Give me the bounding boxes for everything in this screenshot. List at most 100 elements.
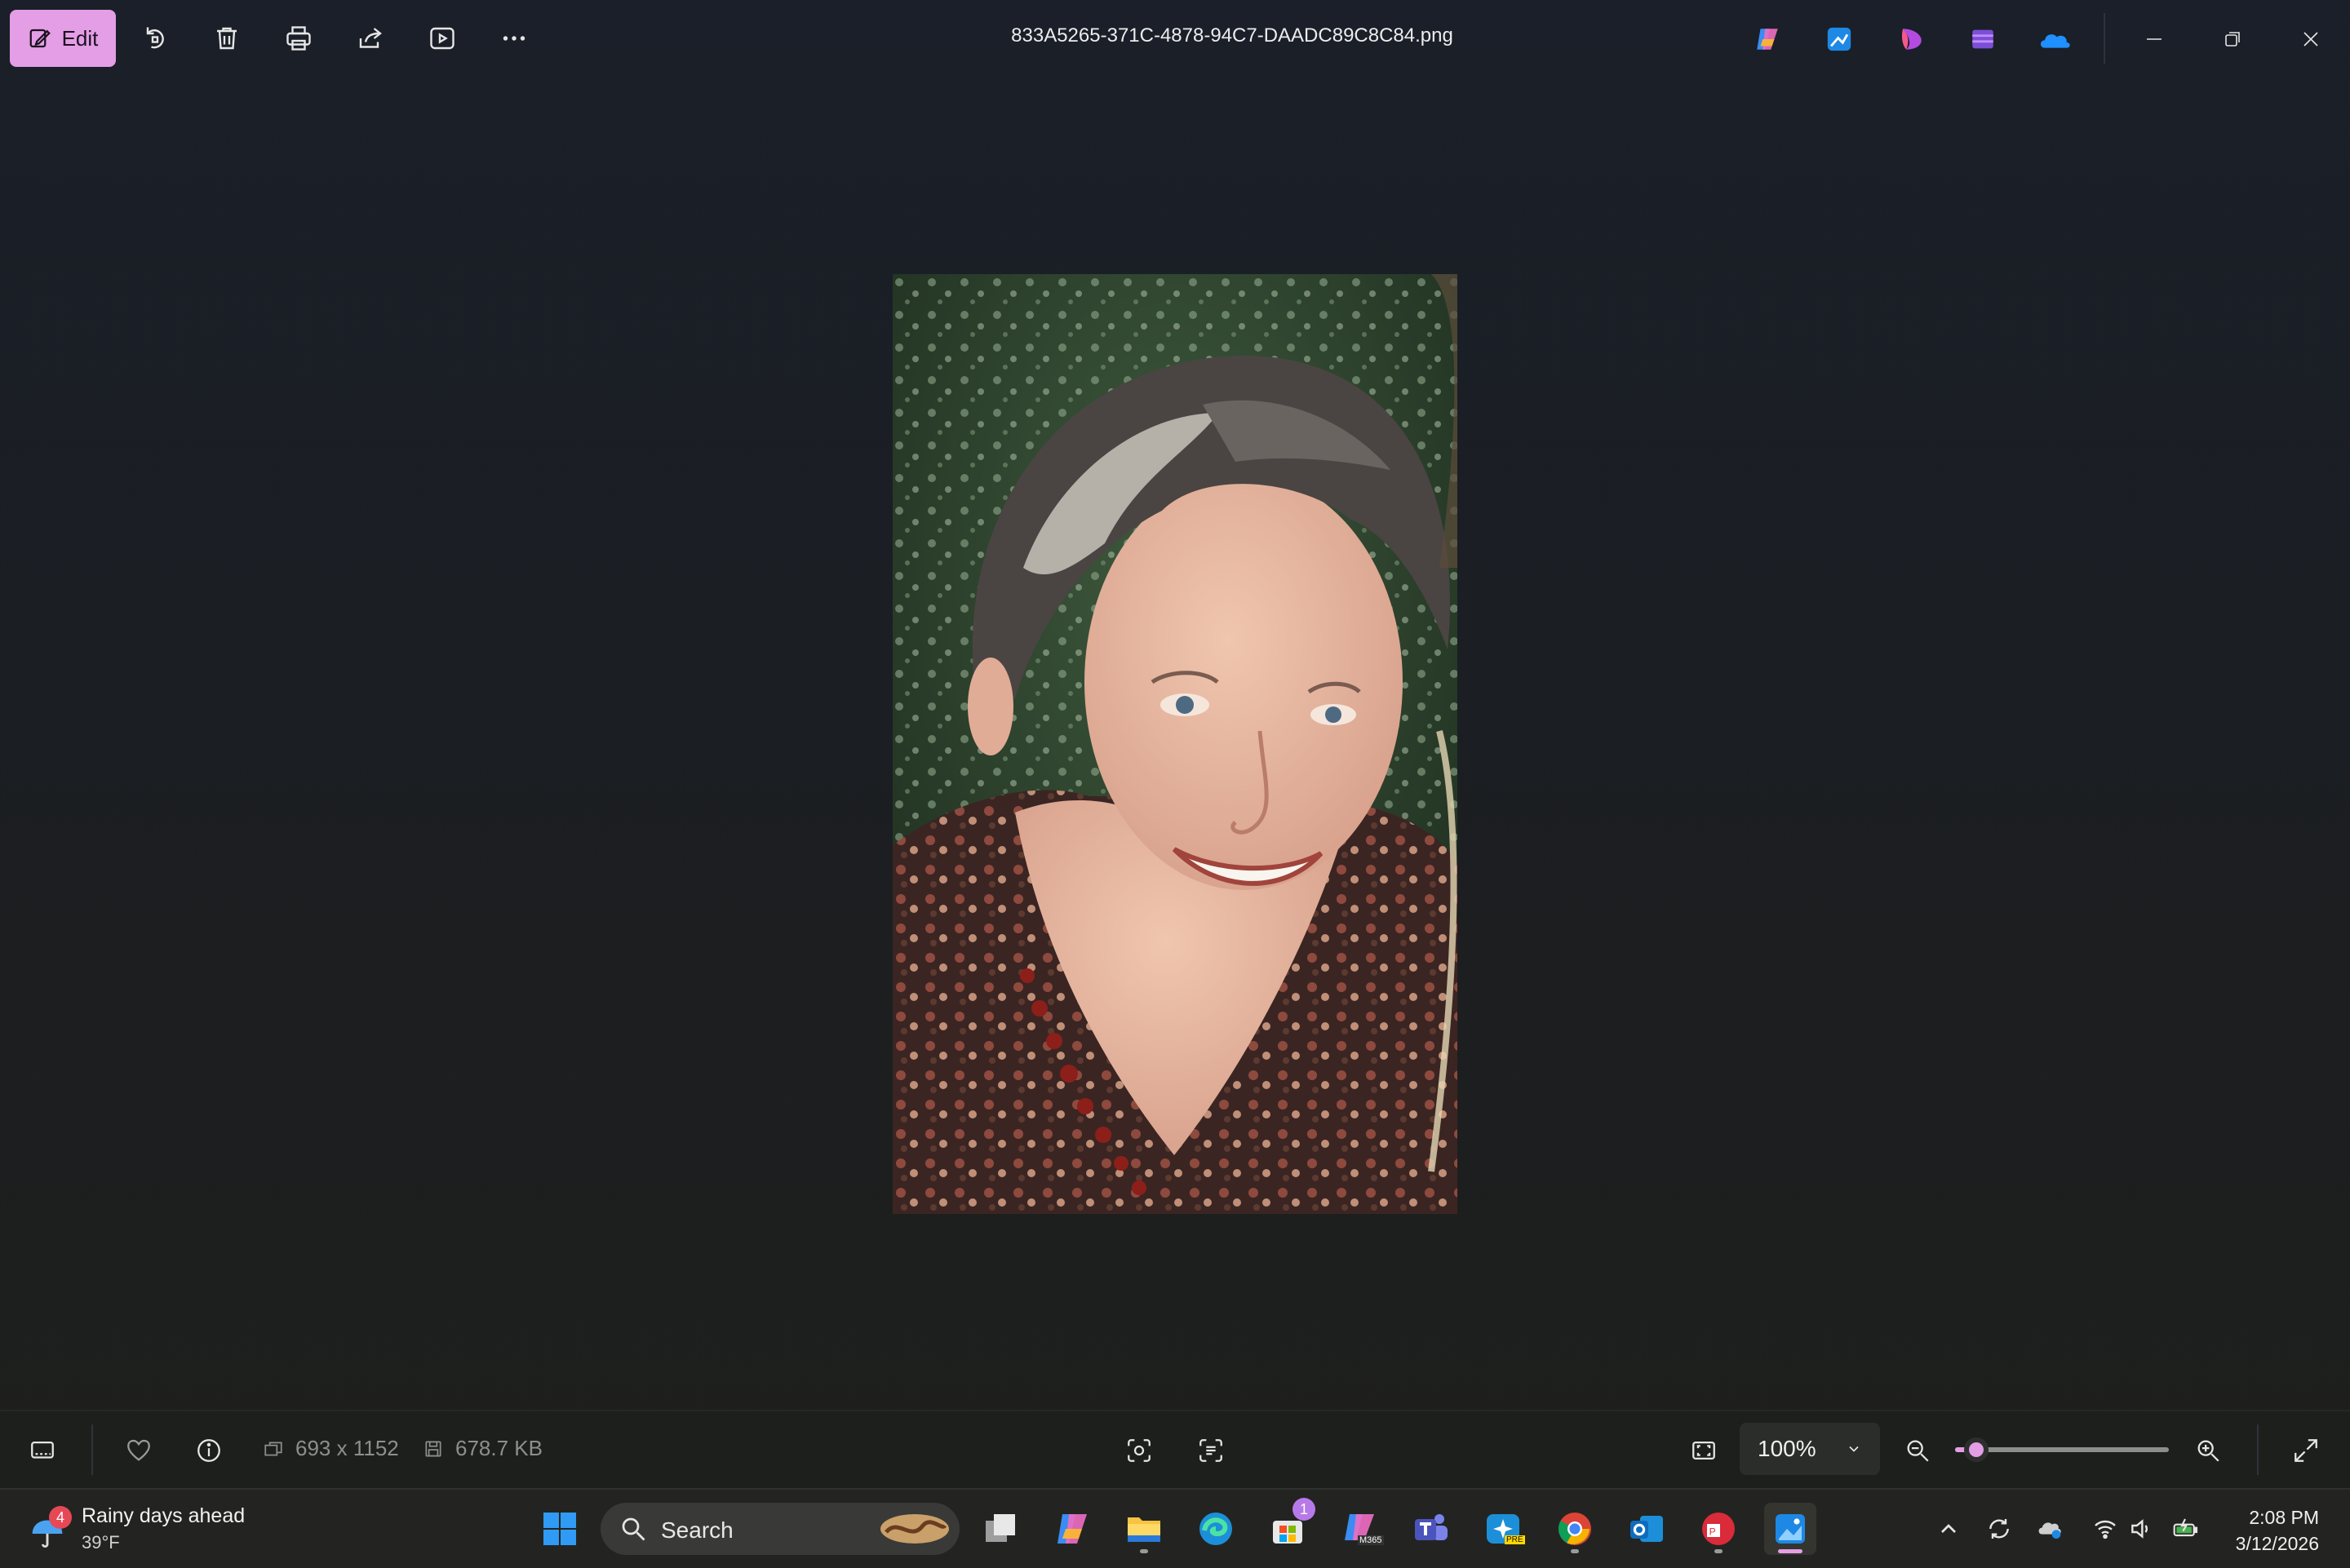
running-indicator xyxy=(1571,1549,1579,1553)
tray-battery[interactable] xyxy=(2169,1513,2201,1545)
text-scan-button[interactable] xyxy=(1190,1429,1232,1472)
edit-button[interactable]: Edit xyxy=(10,10,116,67)
more-icon xyxy=(503,36,525,41)
slideshow-icon xyxy=(430,27,454,50)
delete-button[interactable] xyxy=(209,20,245,56)
copilot-icon xyxy=(1757,29,1778,50)
edit-pencil-icon xyxy=(29,29,51,48)
save-disk-icon xyxy=(425,1440,441,1457)
taskbar-designer[interactable]: PRE xyxy=(1477,1503,1529,1555)
taskbar-file-explorer[interactable] xyxy=(1118,1503,1170,1555)
paint-button[interactable] xyxy=(1893,21,1929,57)
tray-wifi[interactable] xyxy=(2089,1513,2122,1545)
filmstrip-button[interactable] xyxy=(21,1429,64,1472)
zoom-in-button[interactable] xyxy=(2187,1429,2229,1472)
weather-widget[interactable]: 4 Rainy days ahead 39°F xyxy=(26,1504,271,1557)
onedrive-status-icon xyxy=(2038,1522,2061,1539)
battery-charging-icon xyxy=(2173,1518,2198,1537)
taskbar-store[interactable]: 1 xyxy=(1261,1498,1315,1555)
zoom-dropdown[interactable]: 100% xyxy=(1740,1423,1880,1475)
filmstrip-icon xyxy=(31,1441,54,1459)
bottombar-divider xyxy=(91,1424,93,1475)
m365-tag: M365 xyxy=(1358,1535,1384,1545)
restore-button[interactable] xyxy=(2210,18,2255,60)
teams-icon xyxy=(1415,1514,1448,1540)
paint-icon xyxy=(1901,29,1922,50)
file-info-button[interactable] xyxy=(188,1429,230,1472)
weather-badge: 4 xyxy=(49,1506,72,1529)
pre-tag: PRE xyxy=(1505,1535,1525,1544)
full-screen-button[interactable] xyxy=(2285,1429,2327,1472)
zoom-slider[interactable] xyxy=(1955,1437,2169,1462)
task-view-button[interactable] xyxy=(974,1503,1026,1555)
tray-sync[interactable] xyxy=(1983,1513,2015,1545)
rotate-button[interactable] xyxy=(137,20,173,56)
folder-icon xyxy=(1128,1517,1160,1542)
zoom-in-icon xyxy=(2197,1440,2219,1462)
window-title: 833A5265-371C-4878-94C7-DAADC89C8C84.png xyxy=(1011,24,1453,47)
search-placeholder: Search xyxy=(661,1517,734,1543)
pdf-app-icon: P xyxy=(1702,1513,1735,1545)
favorite-button[interactable] xyxy=(118,1429,160,1472)
taskbar-search[interactable]: Search xyxy=(601,1503,960,1555)
copilot-icon xyxy=(1058,1514,1087,1544)
close-button[interactable] xyxy=(2288,18,2334,60)
tray-onedrive[interactable] xyxy=(2033,1513,2066,1545)
clock-date: 3/12/2026 xyxy=(2235,1533,2319,1554)
minimize-button[interactable] xyxy=(2131,18,2177,60)
top-toolbar: Edit 833A5265-371C-4878-94C7-DAADC89C8C8… xyxy=(0,0,2350,80)
onedrive-button[interactable] xyxy=(2037,21,2073,57)
weather-headline: Rainy days ahead xyxy=(82,1504,246,1527)
expand-icon xyxy=(2295,1439,2317,1462)
store-badge: 1 xyxy=(1292,1498,1315,1521)
active-indicator xyxy=(1778,1549,1802,1553)
zoom-slider-thumb[interactable] xyxy=(1964,1437,1989,1462)
portrait-photo xyxy=(893,274,1457,1214)
taskbar-teams[interactable] xyxy=(1405,1503,1457,1555)
taskbar-pdf-app[interactable]: P xyxy=(1692,1503,1745,1555)
sync-icon xyxy=(1989,1519,2009,1539)
visual-search-button[interactable] xyxy=(1118,1429,1160,1472)
search-icon xyxy=(622,1517,645,1541)
print-button[interactable] xyxy=(281,20,317,56)
photos-designer-icon xyxy=(1827,27,1851,51)
designer-button[interactable] xyxy=(1821,21,1857,57)
photos-icon xyxy=(1776,1514,1805,1544)
print-icon xyxy=(286,26,311,51)
text-scan-icon xyxy=(1199,1439,1222,1462)
clipchamp-button[interactable] xyxy=(1965,21,2001,57)
delete-icon xyxy=(217,27,237,50)
taskbar-m365-copilot[interactable]: M365 xyxy=(1333,1503,1386,1555)
file-size-text: 678.7 KB xyxy=(455,1436,543,1460)
taskbar-chrome[interactable] xyxy=(1549,1503,1601,1555)
image-dimensions: 693 x 1152 xyxy=(263,1436,399,1461)
taskbar-clock[interactable]: 2:08 PM 3/12/2026 xyxy=(2236,1504,2319,1557)
restore-icon xyxy=(2225,32,2240,47)
windows-logo-icon xyxy=(543,1513,576,1545)
zoom-out-button[interactable] xyxy=(1896,1429,1939,1472)
tray-volume[interactable] xyxy=(2125,1513,2157,1545)
chevron-down-icon xyxy=(1849,1446,1859,1452)
photo-viewer-image[interactable] xyxy=(893,274,1457,1214)
more-options-button[interactable] xyxy=(496,20,532,56)
weather-temperature: 39°F xyxy=(82,1532,120,1552)
wifi-icon xyxy=(2095,1520,2116,1539)
show-hidden-icons-button[interactable] xyxy=(1932,1513,1965,1545)
slideshow-button[interactable] xyxy=(424,20,460,56)
visual-search-icon xyxy=(1128,1439,1151,1462)
taskbar-edge[interactable] xyxy=(1190,1503,1242,1555)
onedrive-icon xyxy=(2041,34,2070,48)
copilot-button[interactable] xyxy=(1749,21,1785,57)
taskbar-copilot[interactable] xyxy=(1046,1503,1098,1555)
running-indicator xyxy=(1140,1549,1148,1553)
fit-to-window-button[interactable] xyxy=(1683,1429,1725,1472)
zoom-out-icon xyxy=(1907,1440,1929,1462)
start-button[interactable] xyxy=(534,1503,586,1555)
svg-text:P: P xyxy=(1709,1526,1716,1538)
taskbar-outlook[interactable] xyxy=(1621,1503,1673,1555)
taskbar-photos[interactable] xyxy=(1764,1503,1816,1555)
share-button[interactable] xyxy=(352,20,388,56)
bottom-info-bar: 693 x 1152 678.7 KB 100% xyxy=(0,1410,2350,1490)
file-size: 678.7 KB xyxy=(423,1436,543,1461)
bottombar-divider-2 xyxy=(2257,1424,2259,1475)
